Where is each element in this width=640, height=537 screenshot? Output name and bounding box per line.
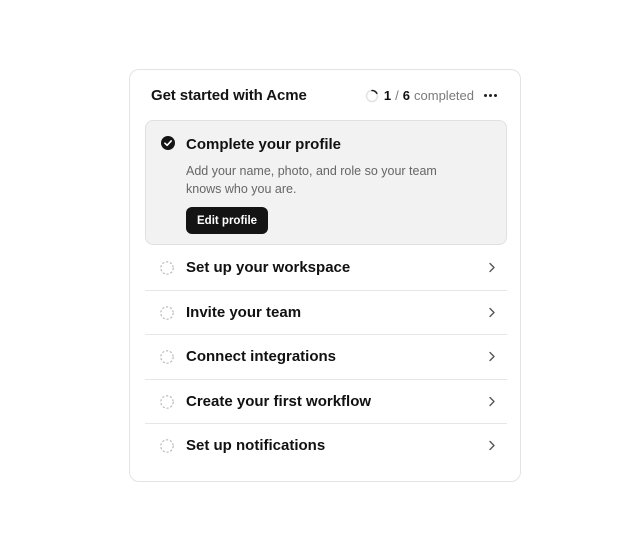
edit-profile-button[interactable]: Edit profile [186,207,269,234]
step-create-first-workflow[interactable]: Create your first workflow [145,380,507,424]
chevron-right-icon [489,351,495,362]
step-description: Add your name, photo, and role so your t… [186,164,437,196]
chevron-right-icon [489,262,495,273]
step-connect-integrations[interactable]: Connect integrations [145,335,507,380]
progress-completed-count: 1 [383,88,392,103]
dashed-circle-icon [160,305,174,320]
step-label: Invite your team [186,303,302,321]
progress-completed-label: completed [414,88,474,103]
more-options-button[interactable] [480,86,500,104]
step-complete-profile[interactable]: Complete your profile Add your name, pho… [145,120,507,245]
progress-separator: / [395,88,399,103]
step-set-up-workspace[interactable]: Set up your workspace [145,246,507,291]
check-circle-icon [161,136,175,150]
more-horizontal-icon-dot [488,93,492,97]
step-label: Set up your workspace [186,259,351,276]
step-list: Set up your workspace Invite your team C… [145,246,507,469]
card-header: Get started with Acme 1 / 6 completed [130,70,520,120]
step-title: Complete your profile [186,136,342,153]
chevron-right-icon [489,396,495,406]
progress-total-count: 6 [402,88,411,103]
progress-ring-icon [365,89,379,102]
step-label: Set up notifications [186,437,326,454]
step-set-up-notifications[interactable]: Set up notifications [145,424,507,469]
more-horizontal-icon-dot [493,93,497,97]
progress-indicator: 1 / 6 completed [365,88,474,103]
dashed-circle-icon [160,350,174,364]
dashed-circle-icon [160,394,174,409]
dashed-circle-icon [160,261,174,275]
step-label: Create your first workflow [186,392,372,410]
dashed-circle-icon [160,439,174,453]
step-label: Connect integrations [186,348,337,365]
card-title: Get started with Acme [151,87,307,104]
more-horizontal-icon [483,93,487,97]
chevron-right-icon [489,440,495,451]
onboarding-checklist-card: Get started with Acme 1 / 6 completed Co… [129,69,521,482]
step-invite-team[interactable]: Invite your team [145,291,507,335]
chevron-right-icon [489,307,495,317]
